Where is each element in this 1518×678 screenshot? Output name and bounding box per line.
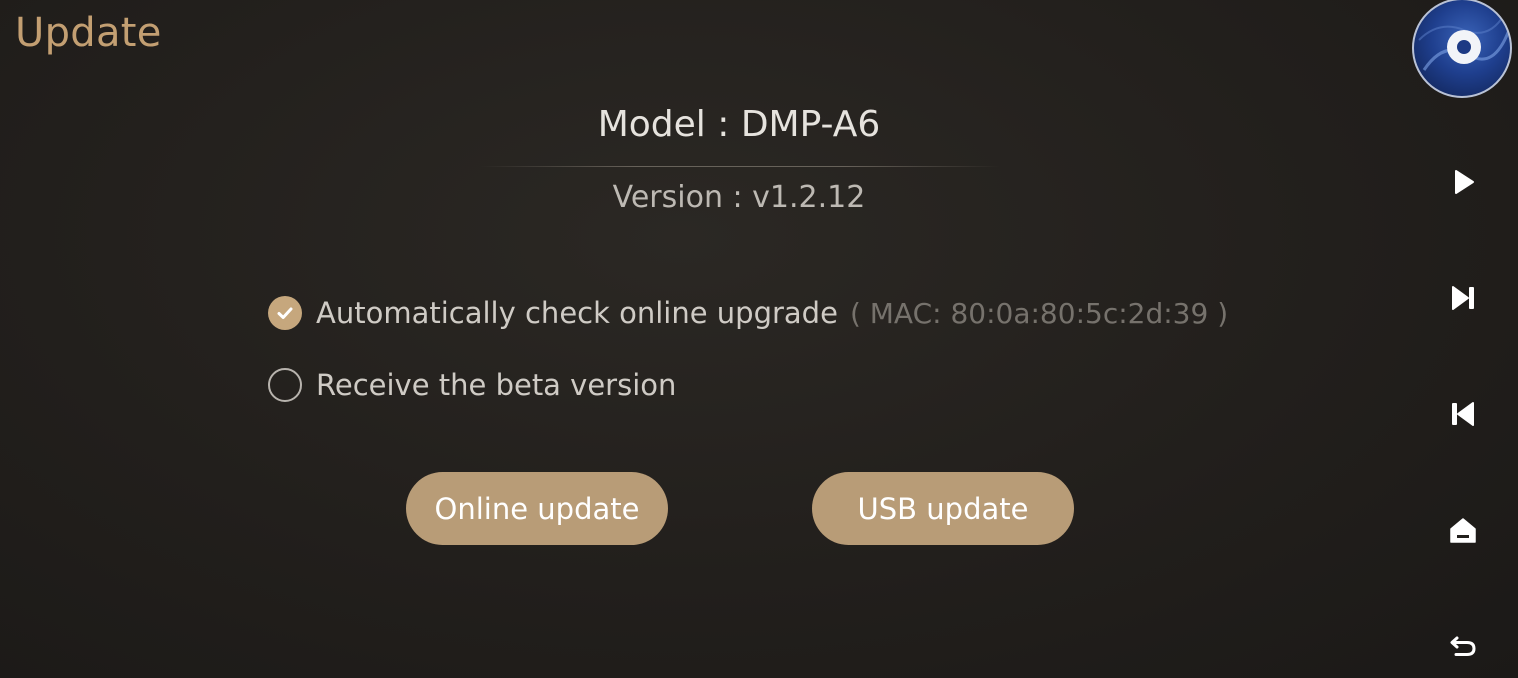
page-title: Update — [15, 10, 162, 56]
usb-update-button[interactable]: USB update — [812, 472, 1074, 545]
previous-track-button[interactable] — [1440, 391, 1486, 437]
mac-address-label: ( MAC: 80:0a:80:5c:2d:39 ) — [849, 296, 1229, 330]
back-button[interactable] — [1440, 623, 1486, 669]
home-button[interactable] — [1440, 507, 1486, 553]
auto-check-label: Automatically check online upgrade — [316, 296, 838, 330]
checked-checkbox-icon[interactable] — [268, 296, 302, 330]
beta-option[interactable]: Receive the beta version — [268, 368, 676, 402]
play-icon — [1455, 170, 1474, 194]
home-icon — [1450, 518, 1476, 543]
auto-check-option[interactable]: Automatically check online upgrade ( MAC… — [268, 296, 1228, 330]
album-art-avatar[interactable] — [1412, 0, 1512, 98]
back-icon — [1450, 636, 1476, 656]
next-track-icon — [1452, 286, 1474, 310]
unchecked-radio-icon[interactable] — [268, 368, 302, 402]
next-track-button[interactable] — [1440, 275, 1486, 321]
online-update-button[interactable]: Online update — [406, 472, 668, 545]
play-button[interactable] — [1440, 159, 1486, 205]
previous-track-icon — [1452, 402, 1474, 426]
model-label: Model : DMP-A6 — [597, 104, 881, 145]
beta-label: Receive the beta version — [316, 368, 677, 402]
version-label: Version : v1.2.12 — [612, 180, 866, 215]
divider — [480, 166, 1000, 167]
